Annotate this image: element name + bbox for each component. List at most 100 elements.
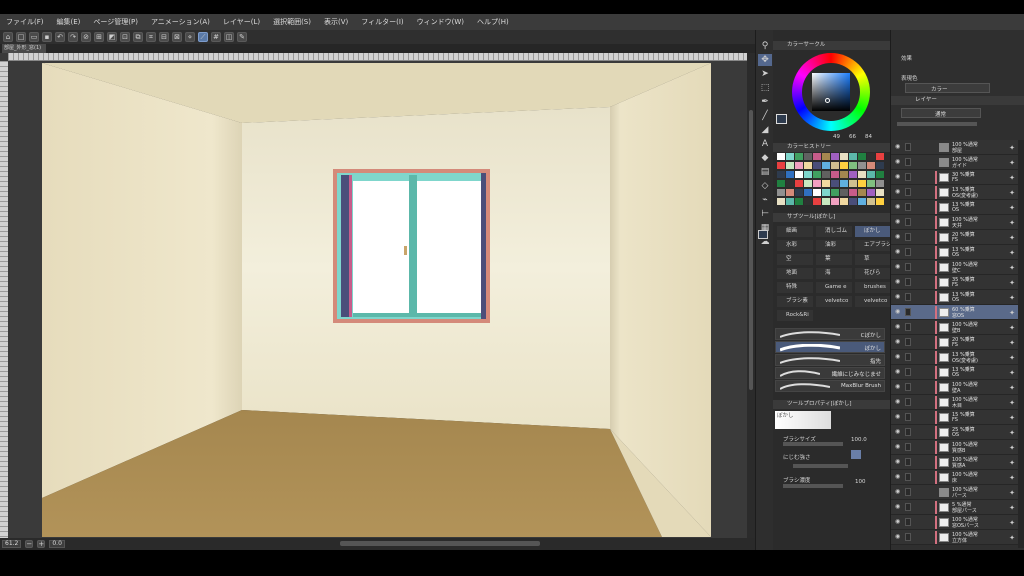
eye-icon[interactable]: ◉	[895, 384, 902, 390]
history-swatch[interactable]	[795, 162, 803, 169]
lock-toggle[interactable]	[905, 398, 911, 406]
history-swatch[interactable]	[876, 180, 884, 187]
reference-icon[interactable]: ◫	[224, 32, 234, 42]
history-swatch[interactable]	[804, 198, 812, 205]
layer-row[interactable]: ◉ 100 %通常 部屋 ✦	[891, 140, 1018, 155]
zoom-tool-icon[interactable]: ⚲	[758, 40, 772, 52]
menu-page[interactable]: ページ管理(P)	[93, 17, 138, 27]
eye-icon[interactable]: ◉	[895, 174, 902, 180]
layer-row[interactable]: ◉ 20 %乗算 FS ✦	[891, 335, 1018, 350]
layer-row[interactable]: ◉ 13 %乗算 OS(変考慮) ✦	[891, 350, 1018, 365]
history-swatch[interactable]	[849, 153, 857, 160]
pen-tool-icon[interactable]: ✒	[758, 96, 772, 108]
history-swatch[interactable]	[831, 162, 839, 169]
history-swatch[interactable]	[831, 198, 839, 205]
history-swatch[interactable]	[858, 171, 866, 178]
history-swatch[interactable]	[777, 153, 785, 160]
lock-toggle[interactable]	[905, 308, 911, 316]
lock-toggle[interactable]	[905, 173, 911, 181]
layer-property-icon[interactable]: ✦	[1009, 204, 1015, 212]
eye-icon[interactable]: ◉	[895, 309, 902, 315]
history-swatch[interactable]	[822, 189, 830, 196]
history-swatch[interactable]	[867, 162, 875, 169]
lock-toggle[interactable]	[905, 473, 911, 481]
eye-icon[interactable]: ◉	[895, 264, 902, 270]
history-swatch[interactable]	[876, 171, 884, 178]
history-swatch[interactable]	[831, 153, 839, 160]
save-icon[interactable]: ▪	[42, 32, 52, 42]
layer-property-icon[interactable]: ✦	[1009, 474, 1015, 482]
history-swatch[interactable]	[840, 153, 848, 160]
history-swatch[interactable]	[822, 198, 830, 205]
layer-property-icon[interactable]: ✦	[1009, 459, 1015, 467]
history-swatch[interactable]	[804, 180, 812, 187]
history-swatch[interactable]	[795, 198, 803, 205]
lock-toggle[interactable]	[905, 278, 911, 286]
snap-icon[interactable]: ⋄	[185, 32, 195, 42]
layer-property-icon[interactable]: ✦	[1009, 384, 1015, 392]
history-swatch[interactable]	[777, 189, 785, 196]
eyedropper-tool-icon[interactable]: ⌁	[758, 194, 772, 206]
gradient-tool-icon[interactable]: ▤	[758, 166, 772, 178]
subtool-group-5-1[interactable]: velvetco	[816, 296, 852, 307]
subtool-group-2-0[interactable]: 空	[777, 254, 813, 265]
layer-row[interactable]: ◉ 5 %通常 部屋パース ✦	[891, 500, 1018, 515]
history-swatch[interactable]	[786, 153, 794, 160]
brush-tool-icon[interactable]: ╱	[758, 110, 772, 122]
menu-animation[interactable]: アニメーション(A)	[151, 17, 210, 27]
menu-view[interactable]: 表示(V)	[324, 17, 348, 27]
blur-mode-button[interactable]	[851, 450, 861, 459]
eye-icon[interactable]: ◉	[895, 474, 902, 480]
history-swatch[interactable]	[840, 180, 848, 187]
history-swatch[interactable]	[849, 198, 857, 205]
lock-toggle[interactable]	[905, 443, 911, 451]
lock-toggle[interactable]	[905, 383, 911, 391]
figure-tool-icon[interactable]: ◇	[758, 180, 772, 192]
history-swatch[interactable]	[777, 198, 785, 205]
lock-toggle[interactable]	[905, 533, 911, 541]
brush-item-maxblur[interactable]: MaxBlur Brush	[775, 380, 885, 392]
layer-row[interactable]: ◉ 100 %通常 質感B ✦	[891, 440, 1018, 455]
eye-icon[interactable]: ◉	[895, 429, 902, 435]
layer-property-icon[interactable]: ✦	[1009, 234, 1015, 242]
eye-icon[interactable]: ◉	[895, 399, 902, 405]
lock-toggle[interactable]	[905, 428, 911, 436]
history-swatch[interactable]	[786, 171, 794, 178]
eye-icon[interactable]: ◉	[895, 249, 902, 255]
layer-property-icon[interactable]: ✦	[1009, 399, 1015, 407]
ruler-tool-icon[interactable]: ⊢	[758, 208, 772, 220]
history-swatch[interactable]	[831, 189, 839, 196]
text-tool-icon[interactable]: A	[758, 138, 772, 150]
zoom-in-icon[interactable]: +	[37, 540, 46, 548]
history-swatch[interactable]	[876, 198, 884, 205]
history-swatch[interactable]	[849, 180, 857, 187]
subtool-group-5-0[interactable]: ブラシ素	[777, 296, 813, 307]
history-swatch[interactable]	[876, 162, 884, 169]
layer-property-icon[interactable]: ✦	[1009, 504, 1015, 512]
layer-row[interactable]: ◉ 13 %乗算 OS ✦	[891, 245, 1018, 260]
color-history-swatches[interactable]	[777, 153, 885, 209]
lock-toggle[interactable]	[905, 188, 911, 196]
layer-property-icon[interactable]: ✦	[1009, 354, 1015, 362]
blend-tool-icon[interactable]: ◢	[758, 124, 772, 136]
layer-property-icon[interactable]: ✦	[1009, 189, 1015, 197]
layer-property-icon[interactable]: ✦	[1009, 309, 1015, 317]
layer-row[interactable]: ◉ 100 %通常 壁B ✦	[891, 320, 1018, 335]
snap-perspective-icon[interactable]: ⟋	[198, 32, 208, 42]
history-swatch[interactable]	[867, 198, 875, 205]
layer-property-icon[interactable]: ✦	[1009, 429, 1015, 437]
zoom-out-icon[interactable]: −	[25, 540, 34, 548]
subtool-group-2-2[interactable]: 草	[855, 254, 891, 265]
eye-icon[interactable]: ◉	[895, 219, 902, 225]
history-swatch[interactable]	[786, 162, 794, 169]
layer-row[interactable]: ◉ 13 %乗算 OS ✦	[891, 200, 1018, 215]
eye-icon[interactable]: ◉	[895, 459, 902, 465]
layer-row[interactable]: ◉ 13 %乗算 OS(変考慮) ✦	[891, 185, 1018, 200]
layer-row[interactable]: ◉ 100 %通常 壁C ✦	[891, 260, 1018, 275]
lock-toggle[interactable]	[905, 413, 911, 421]
history-swatch[interactable]	[804, 153, 812, 160]
lock-toggle[interactable]	[905, 338, 911, 346]
lock-toggle[interactable]	[905, 233, 911, 241]
brush-item-fiber[interactable]: 繊維にじみなじませ	[775, 367, 885, 379]
layer-row[interactable]: ◉ 100 %通常床 ✦	[891, 470, 1018, 485]
